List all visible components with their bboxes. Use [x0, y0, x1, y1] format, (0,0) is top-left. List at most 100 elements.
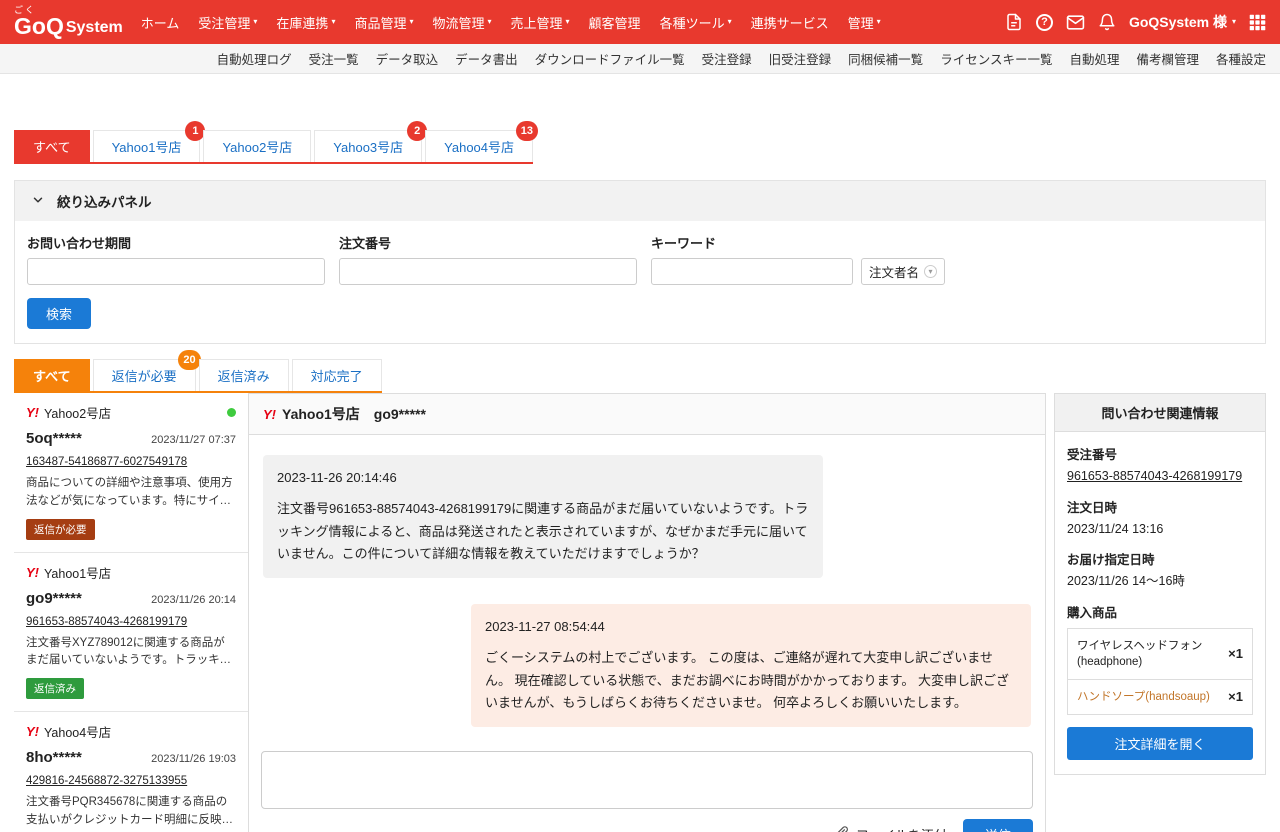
shop-tab-yahoo3[interactable]: Yahoo3号店 2 — [314, 121, 428, 162]
nav-order-management[interactable]: 受注管理 ▾ — [198, 13, 257, 32]
order-number-link[interactable]: 961653-88574043-4268199179 — [26, 616, 187, 628]
customer-id: go9***** — [26, 589, 82, 607]
message-excerpt: 注文番号PQR345678に関連する商品の支払いがクレジットカード明細に反映され… — [26, 796, 233, 827]
subnav-settings[interactable]: 各種設定 — [1216, 49, 1266, 68]
keyword-label: キーワード — [651, 236, 717, 251]
product-name[interactable]: ハンドソープ(handsoaup) — [1077, 689, 1222, 705]
customer-id: 8ho***** — [26, 749, 82, 767]
chevron-down-icon: ▾ — [331, 17, 336, 26]
message-timestamp: 2023-11-27 08:54:44 — [485, 619, 605, 634]
delivery-datetime-value: 2023/11/26 14～16時 — [1067, 574, 1185, 588]
unread-count-badge: 2 — [407, 121, 428, 141]
list-item[interactable]: Y! Yahoo1号店 go9***** 2023/11/26 20:14 96… — [14, 553, 248, 713]
memo-log-icon[interactable] — [1005, 13, 1023, 31]
order-datetime-label: 注文日時 — [1067, 500, 1118, 515]
message-text: ごくーシステムの村上でございます。 この度は、ご連絡が遅れて大変申し訳ございませ… — [485, 649, 1009, 711]
status-tab-replied[interactable]: 返信済み — [198, 359, 289, 391]
shop-tab-yahoo4[interactable]: Yahoo4号店 13 — [425, 121, 539, 162]
nav-customer-management[interactable]: 顧客管理 — [589, 13, 641, 32]
status-tab-all[interactable]: すべて — [14, 359, 90, 391]
yahoo-icon: Y! — [26, 724, 39, 740]
subnav-download-file-list[interactable]: ダウンロードファイル一覧 — [535, 49, 685, 68]
attach-file-button[interactable]: ファイルを添付 — [835, 825, 947, 832]
subnav-bundle-candidates[interactable]: 同梱候補一覧 — [848, 49, 923, 68]
needs-reply-count-badge: 20 — [178, 350, 201, 370]
info-panel-title: 問い合わせ関連情報 — [1055, 394, 1265, 432]
subnav-auto-process-log[interactable]: 自動処理ログ — [217, 49, 292, 68]
order-number-link[interactable]: 961653-88574043-4268199179 — [1067, 468, 1253, 486]
paperclip-icon — [835, 825, 850, 832]
keyword-target-select[interactable]: 注文者名 ▾ — [861, 258, 945, 285]
subnav-license-key-list[interactable]: ライセンスキー一覧 — [940, 49, 1052, 68]
chevron-down-icon: ▾ — [924, 265, 937, 278]
chat-customer-id: go9***** — [373, 406, 426, 422]
logo-main-text: GoQ — [14, 13, 64, 39]
status-badge: 返信済み — [26, 678, 84, 700]
subnav-auto-process[interactable]: 自動処理 — [1069, 49, 1119, 68]
search-button[interactable]: 検索 — [27, 298, 92, 329]
nav-sales-management[interactable]: 売上管理 ▾ — [511, 13, 570, 32]
top-bar: ごく GoQ System ホーム 受注管理 ▾ 在庫連携 ▾ 商品管理 ▾ 物流管理… — [0, 0, 1280, 44]
inquiry-period-field-group: お問い合わせ期間 — [27, 233, 325, 285]
shop-tab-yahoo1[interactable]: Yahoo1号店 1 — [92, 121, 206, 162]
keyword-input[interactable] — [651, 258, 853, 285]
status-tabs: すべて 返信が必要 20 返信済み 対応完了 — [14, 350, 1266, 393]
sub-nav: 自動処理ログ 受注一覧 データ取込 データ書出 ダウンロードファイル一覧 受注登… — [0, 44, 1280, 74]
nav-product-management[interactable]: 商品管理 ▾ — [354, 13, 413, 32]
subnav-data-export[interactable]: データ書出 — [455, 49, 518, 68]
nav-linked-services[interactable]: 連携サービス — [751, 13, 829, 32]
chevron-down-icon: ▾ — [565, 17, 570, 26]
customer-id: 5oq***** — [26, 430, 82, 447]
chevron-down-icon: ▾ — [487, 17, 492, 26]
filter-panel: 絞り込みパネル お問い合わせ期間 注文番号 キーワード 注文者名 ▾ 検索 — [14, 180, 1266, 344]
status-tab-needs-reply[interactable]: 返信が必要 20 — [92, 350, 201, 391]
unread-count-badge: 13 — [515, 121, 539, 141]
shop-name: Yahoo4号店 — [44, 726, 112, 741]
chevron-down-icon: ▾ — [409, 17, 414, 26]
status-tab-done[interactable]: 対応完了 — [291, 359, 382, 391]
inquiry-datetime: 2023/11/27 07:37 — [151, 434, 236, 446]
product-quantity: ×1 — [1228, 689, 1243, 705]
shop-tab-yahoo2[interactable]: Yahoo2号店 — [203, 130, 312, 162]
nav-admin[interactable]: 管理 ▾ — [848, 13, 881, 32]
message-excerpt: 注文番号XYZ789012に関連する商品がまだ届いていないようです。トラッキング… — [26, 636, 231, 667]
nav-home[interactable]: ホーム — [141, 13, 180, 32]
content-area: Y! Yahoo2号店 5oq***** 2023/11/27 07:37 16… — [14, 393, 1266, 832]
chevron-down-icon — [31, 193, 45, 210]
nav-logistics-management[interactable]: 物流管理 ▾ — [432, 13, 491, 32]
nav-tools[interactable]: 各種ツール ▾ — [660, 13, 732, 32]
chat-shop-name: Yahoo1号店 — [282, 406, 360, 422]
topbar-right: ? GoQSystem 様 ▾ — [1005, 12, 1266, 32]
reply-composer: ファイルを添付 送信 — [249, 741, 1045, 832]
send-button[interactable]: 送信 — [962, 819, 1033, 832]
account-menu[interactable]: GoQSystem 様 ▾ — [1129, 12, 1236, 32]
shop-tab-all[interactable]: すべて — [14, 130, 90, 162]
list-item[interactable]: Y! Yahoo2号店 5oq***** 2023/11/27 07:37 16… — [14, 393, 248, 553]
open-order-detail-button[interactable]: 注文詳細を開く — [1067, 726, 1253, 760]
help-icon[interactable]: ? — [1035, 13, 1053, 31]
yahoo-icon: Y! — [26, 564, 39, 580]
shop-tabs: すべて Yahoo1号店 1 Yahoo2号店 Yahoo3号店 2 Yahoo4号… — [14, 121, 1266, 164]
subnav-data-import[interactable]: データ取込 — [376, 49, 439, 68]
list-item[interactable]: Y! Yahoo4号店 8ho***** 2023/11/26 19:03 42… — [14, 712, 248, 832]
order-number-field-group: 注文番号 — [339, 233, 637, 285]
filter-panel-toggle[interactable]: 絞り込みパネル — [15, 181, 1265, 221]
subnav-order-entry[interactable]: 受注登録 — [702, 49, 752, 68]
message-text: 注文番号961653-88574043-4268199179に関連する商品がまだ… — [277, 500, 809, 562]
apps-grid-icon[interactable] — [1249, 14, 1266, 31]
subnav-old-order-entry[interactable]: 旧受注登録 — [769, 49, 832, 68]
mail-icon[interactable] — [1066, 13, 1085, 32]
nav-stock-link[interactable]: 在庫連携 ▾ — [276, 13, 335, 32]
reply-input[interactable] — [261, 751, 1033, 809]
message-timestamp: 2023-11-26 20:14:46 — [277, 470, 397, 485]
bell-icon[interactable] — [1098, 13, 1116, 31]
chat-header: Y! Yahoo1号店 go9***** — [249, 394, 1045, 435]
delivery-datetime-label: お届け指定日時 — [1067, 553, 1155, 567]
inquiry-period-input[interactable] — [27, 258, 325, 285]
goq-logo[interactable]: ごく GoQ System — [14, 6, 123, 38]
subnav-order-list[interactable]: 受注一覧 — [309, 49, 359, 68]
order-number-link[interactable]: 429816-24568872-3275133955 — [26, 775, 187, 787]
order-number-link[interactable]: 163487-54186877-6027549178 — [26, 456, 187, 468]
order-number-input[interactable] — [339, 258, 637, 285]
subnav-remarks-management[interactable]: 備考欄管理 — [1136, 49, 1199, 68]
